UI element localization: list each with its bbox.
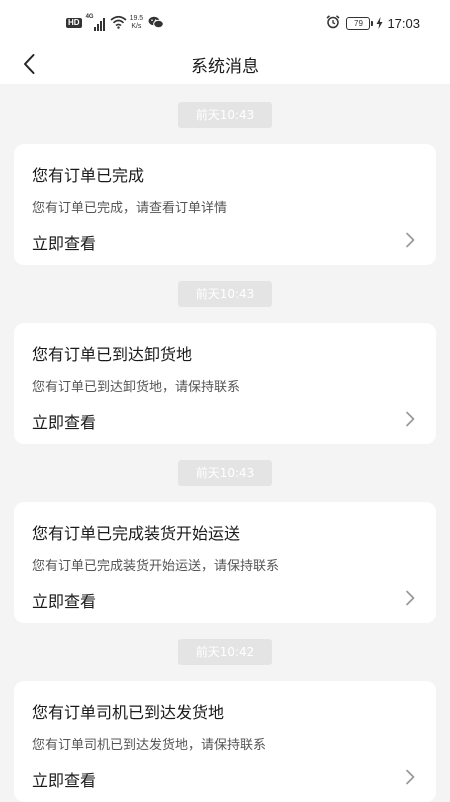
message-time: 前天10:42 — [178, 639, 272, 665]
message-title: 您有订单已到达卸货地 — [32, 345, 193, 364]
wifi-icon — [110, 14, 127, 33]
message-description: 您有订单司机已到达发货地，请保持联系 — [32, 738, 267, 753]
message-card: 您有订单司机已到达发货地 您有订单司机已到达发货地，请保持联系 立即查看 — [14, 681, 436, 802]
view-now-button[interactable]: 立即查看 — [14, 761, 436, 795]
alarm-icon — [326, 14, 340, 33]
nav-bar: 系统消息 — [0, 44, 450, 84]
message-card: 您有订单已完成装货开始运送 您有订单已完成装货开始运送，请保持联系 立即查看 — [14, 502, 436, 623]
chevron-right-icon — [406, 590, 415, 606]
view-now-button[interactable]: 立即查看 — [14, 224, 436, 258]
view-now-label: 立即查看 — [32, 771, 97, 790]
message-card: 您有订单已完成 您有订单已完成，请查看订单详情 立即查看 — [14, 144, 436, 265]
message-title: 您有订单已完成 — [32, 166, 145, 185]
message-description: 您有订单已完成装货开始运送，请保持联系 — [32, 559, 280, 574]
message-time: 前天10:43 — [178, 102, 272, 128]
message-group: 前天10:43 您有订单已完成装货开始运送 您有订单已完成装货开始运送，请保持联… — [0, 442, 450, 623]
view-now-label: 立即查看 — [32, 413, 97, 432]
wechat-icon — [148, 14, 164, 33]
message-group: 前天10:43 您有订单已到达卸货地 您有订单已到达卸货地，请保持联系 立即查看 — [0, 263, 450, 444]
network-speed: 19.5 K/s — [130, 15, 144, 31]
view-now-button[interactable]: 立即查看 — [14, 403, 436, 437]
speed-value: 19.5 — [129, 15, 144, 22]
message-title: 您有订单司机已到达发货地 — [32, 703, 225, 722]
status-bar: HD 4G 19.5 K/s 79 17:03 — [0, 0, 450, 44]
message-time: 前天10:43 — [178, 460, 272, 486]
charging-bolt-icon — [376, 14, 383, 33]
battery-icon: 79 — [346, 16, 374, 30]
signal-icon: 4G — [85, 14, 106, 31]
view-now-label: 立即查看 — [32, 234, 97, 253]
message-title: 您有订单已完成装货开始运送 — [32, 524, 241, 543]
message-list: 前天10:43 您有订单已完成 您有订单已完成，请查看订单详情 立即查看 前天1… — [0, 84, 450, 802]
network-type-label: 4G — [85, 14, 94, 20]
chevron-right-icon — [406, 232, 415, 248]
status-left: HD 4G 19.5 K/s — [66, 13, 164, 33]
battery-level: 79 — [346, 16, 371, 30]
message-card: 您有订单已到达卸货地 您有订单已到达卸货地，请保持联系 立即查看 — [14, 323, 436, 444]
chevron-right-icon — [406, 411, 415, 427]
message-time: 前天10:43 — [178, 281, 272, 307]
status-right: 79 17:03 — [326, 13, 420, 33]
view-now-button[interactable]: 立即查看 — [14, 582, 436, 616]
chevron-right-icon — [406, 769, 415, 785]
page-title: 系统消息 — [191, 57, 259, 77]
status-time: 17:03 — [387, 15, 420, 31]
message-group: 前天10:42 您有订单司机已到达发货地 您有订单司机已到达发货地，请保持联系 … — [0, 621, 450, 802]
hd-icon: HD — [66, 18, 82, 28]
message-group: 前天10:43 您有订单已完成 您有订单已完成，请查看订单详情 立即查看 — [0, 84, 450, 265]
battery-tip — [371, 20, 374, 26]
speed-unit: K/s — [131, 23, 142, 30]
message-description: 您有订单已完成，请查看订单详情 — [32, 201, 228, 216]
message-description: 您有订单已到达卸货地，请保持联系 — [32, 380, 241, 395]
view-now-label: 立即查看 — [32, 592, 97, 611]
